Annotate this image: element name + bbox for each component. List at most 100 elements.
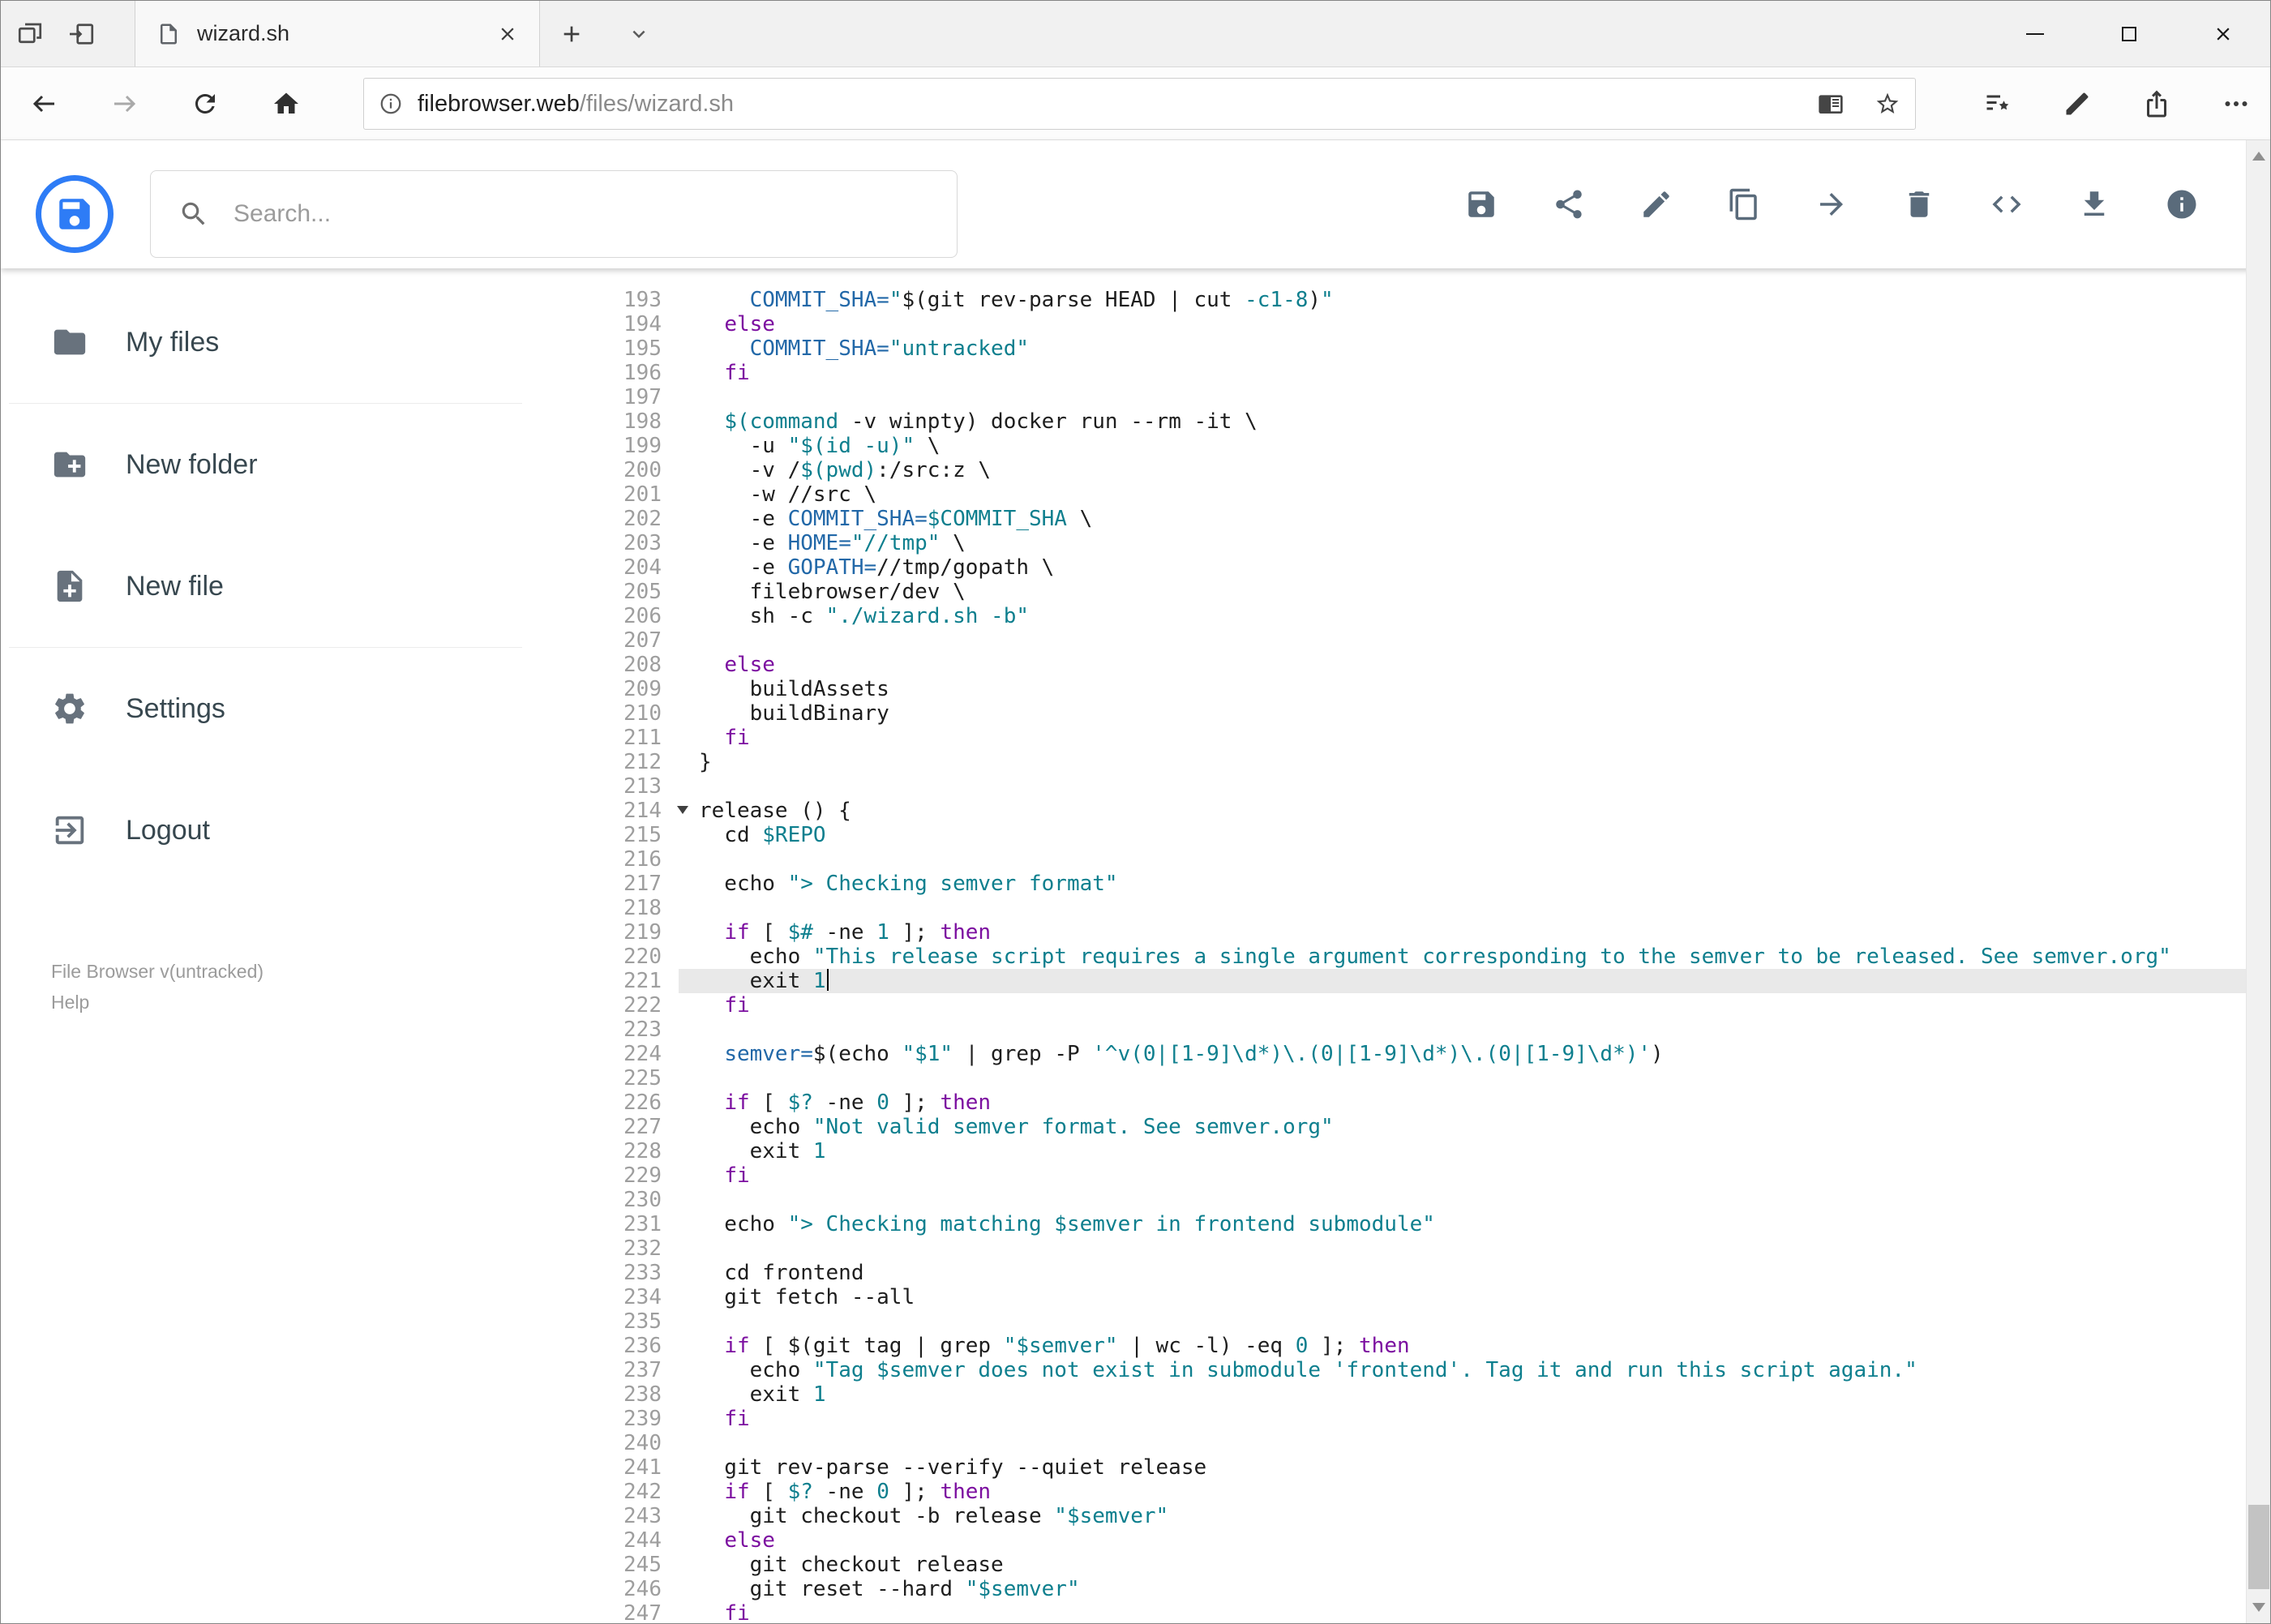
code-line[interactable]: 223 bbox=[536, 1018, 2246, 1042]
move-button[interactable] bbox=[1815, 187, 1849, 221]
tab-preview-chevron-button[interactable] bbox=[627, 22, 651, 46]
code-line[interactable]: 226 if [ $? -ne 0 ]; then bbox=[536, 1091, 2246, 1115]
code-line[interactable]: 203 -e HOME="//tmp" \ bbox=[536, 531, 2246, 555]
code-line[interactable]: 204 -e GOPATH=//tmp/gopath \ bbox=[536, 555, 2246, 580]
share-file-button[interactable] bbox=[1552, 187, 1586, 221]
code-line[interactable]: 222 fi bbox=[536, 993, 2246, 1018]
code-line[interactable]: 212} bbox=[536, 750, 2246, 774]
search-box[interactable] bbox=[150, 170, 958, 258]
code-line[interactable]: 211 fi bbox=[536, 726, 2246, 750]
code-line[interactable]: 235 bbox=[536, 1309, 2246, 1334]
code-line[interactable]: 227 echo "Not valid semver format. See s… bbox=[536, 1115, 2246, 1139]
forward-button[interactable] bbox=[109, 89, 139, 118]
scroll-up-arrow-icon[interactable] bbox=[2252, 152, 2265, 161]
code-line[interactable]: 198 $(command -v winpty) docker run --rm… bbox=[536, 409, 2246, 434]
code-line[interactable]: 206 sh -c "./wizard.sh -b" bbox=[536, 604, 2246, 628]
share-button[interactable] bbox=[2142, 89, 2171, 118]
add-favorite-button[interactable] bbox=[1875, 91, 1900, 117]
vertical-scrollbar[interactable] bbox=[2246, 140, 2270, 1623]
code-line[interactable]: 197 bbox=[536, 385, 2246, 409]
code-line[interactable]: 194 else bbox=[536, 312, 2246, 336]
code-line[interactable]: 201 -w //src \ bbox=[536, 482, 2246, 507]
minimize-button[interactable] bbox=[1988, 1, 2082, 66]
new-tab-button[interactable] bbox=[559, 21, 585, 47]
code-line[interactable]: 216 bbox=[536, 847, 2246, 872]
sidebar-item-my-files[interactable]: My files bbox=[1, 281, 536, 403]
rename-button[interactable] bbox=[1639, 187, 1673, 221]
code-line[interactable]: 224 semver=$(echo "$1" | grep -P '^v(0|[… bbox=[536, 1042, 2246, 1066]
tab-preview-button[interactable] bbox=[15, 19, 45, 49]
sidebar-item-new-folder[interactable]: New folder bbox=[1, 404, 536, 525]
code-view-button[interactable] bbox=[1990, 187, 2024, 221]
code-line[interactable]: 230 bbox=[536, 1188, 2246, 1212]
settings-menu-button[interactable] bbox=[2222, 89, 2251, 118]
refresh-button[interactable] bbox=[191, 89, 220, 118]
code-line[interactable]: 238 exit 1 bbox=[536, 1382, 2246, 1407]
code-line[interactable]: 229 fi bbox=[536, 1163, 2246, 1188]
code-line[interactable]: 195 COMMIT_SHA="untracked" bbox=[536, 336, 2246, 361]
url-text[interactable]: filebrowser.web/files/wizard.sh bbox=[418, 91, 734, 118]
code-line[interactable]: 202 -e COMMIT_SHA=$COMMIT_SHA \ bbox=[536, 507, 2246, 531]
code-editor[interactable]: 193 COMMIT_SHA="$(git rev-parse HEAD | c… bbox=[536, 268, 2246, 1623]
browser-tab[interactable]: wizard.sh bbox=[135, 1, 540, 66]
home-button[interactable] bbox=[272, 89, 301, 118]
download-button[interactable] bbox=[2077, 187, 2111, 221]
delete-button[interactable] bbox=[1902, 187, 1936, 221]
code-line[interactable]: 215 cd $REPO bbox=[536, 823, 2246, 847]
code-line[interactable]: 244 else bbox=[536, 1528, 2246, 1553]
code-line[interactable]: 236 if [ $(git tag | grep "$semver" | wc… bbox=[536, 1334, 2246, 1358]
back-button[interactable] bbox=[30, 89, 59, 118]
fold-marker-icon[interactable] bbox=[677, 806, 688, 814]
code-line[interactable]: 200 -v /$(pwd):/src:z \ bbox=[536, 458, 2246, 482]
code-line[interactable]: 247 fi bbox=[536, 1601, 2246, 1623]
set-tabs-aside-button[interactable] bbox=[67, 19, 96, 49]
code-line[interactable]: 245 git checkout release bbox=[536, 1553, 2246, 1577]
sidebar-item-settings[interactable]: Settings bbox=[1, 648, 536, 769]
code-line[interactable]: 193 COMMIT_SHA="$(git rev-parse HEAD | c… bbox=[536, 288, 2246, 312]
help-link[interactable]: Help bbox=[51, 987, 264, 1018]
code-line[interactable]: 207 bbox=[536, 628, 2246, 653]
code-line[interactable]: 209 buildAssets bbox=[536, 677, 2246, 701]
code-line[interactable]: 208 else bbox=[536, 653, 2246, 677]
code-line[interactable]: 214 release () { bbox=[536, 799, 2246, 823]
reading-view-button[interactable] bbox=[1818, 91, 1844, 117]
code-line[interactable]: 231 echo "> Checking matching $semver in… bbox=[536, 1212, 2246, 1236]
code-line[interactable]: 196 fi bbox=[536, 361, 2246, 385]
code-line[interactable]: 233 cd frontend bbox=[536, 1261, 2246, 1285]
code-line[interactable]: 234 git fetch --all bbox=[536, 1285, 2246, 1309]
code-line[interactable]: 228 exit 1 bbox=[536, 1139, 2246, 1163]
address-bar[interactable]: filebrowser.web/files/wizard.sh bbox=[363, 78, 1916, 130]
code-line[interactable]: 205 filebrowser/dev \ bbox=[536, 580, 2246, 604]
info-button[interactable] bbox=[2165, 187, 2199, 221]
code-line[interactable]: 199 -u "$(id -u)" \ bbox=[536, 434, 2246, 458]
code-line[interactable]: 241 git rev-parse --verify --quiet relea… bbox=[536, 1455, 2246, 1480]
close-button[interactable] bbox=[2176, 1, 2270, 66]
sidebar-item-logout[interactable]: Logout bbox=[1, 769, 536, 891]
search-input[interactable] bbox=[234, 200, 929, 228]
code-line[interactable]: 220 echo "This release script requires a… bbox=[536, 945, 2246, 969]
code-line[interactable]: 213 bbox=[536, 774, 2246, 799]
tab-close-icon[interactable] bbox=[497, 24, 518, 45]
code-line[interactable]: 219 if [ $# -ne 1 ]; then bbox=[536, 920, 2246, 945]
site-info-icon[interactable] bbox=[379, 92, 403, 116]
code-line[interactable]: 239 fi bbox=[536, 1407, 2246, 1431]
code-line[interactable]: 217 echo "> Checking semver format" bbox=[536, 872, 2246, 896]
scrollbar-thumb[interactable] bbox=[2248, 1505, 2269, 1589]
maximize-button[interactable] bbox=[2082, 1, 2176, 66]
code-line[interactable]: 225 bbox=[536, 1066, 2246, 1091]
save-button[interactable] bbox=[1464, 187, 1498, 221]
code-line[interactable]: 242 if [ $? -ne 0 ]; then bbox=[536, 1480, 2246, 1504]
code-line[interactable]: 243 git checkout -b release "$semver" bbox=[536, 1504, 2246, 1528]
code-line[interactable]: 246 git reset --hard "$semver" bbox=[536, 1577, 2246, 1601]
code-line[interactable]: 240 bbox=[536, 1431, 2246, 1455]
favorites-hub-button[interactable] bbox=[1983, 89, 2012, 118]
copy-button[interactable] bbox=[1727, 187, 1761, 221]
web-notes-button[interactable] bbox=[2063, 89, 2092, 118]
code-line[interactable]: 221 exit 1 bbox=[536, 969, 2246, 993]
filebrowser-logo[interactable] bbox=[36, 175, 114, 253]
sidebar-item-new-file[interactable]: New file bbox=[1, 525, 536, 647]
code-line[interactable]: 237 echo "Tag $semver does not exist in … bbox=[536, 1358, 2246, 1382]
code-line[interactable]: 210 buildBinary bbox=[536, 701, 2246, 726]
code-line[interactable]: 218 bbox=[536, 896, 2246, 920]
scroll-down-arrow-icon[interactable] bbox=[2252, 1603, 2265, 1612]
